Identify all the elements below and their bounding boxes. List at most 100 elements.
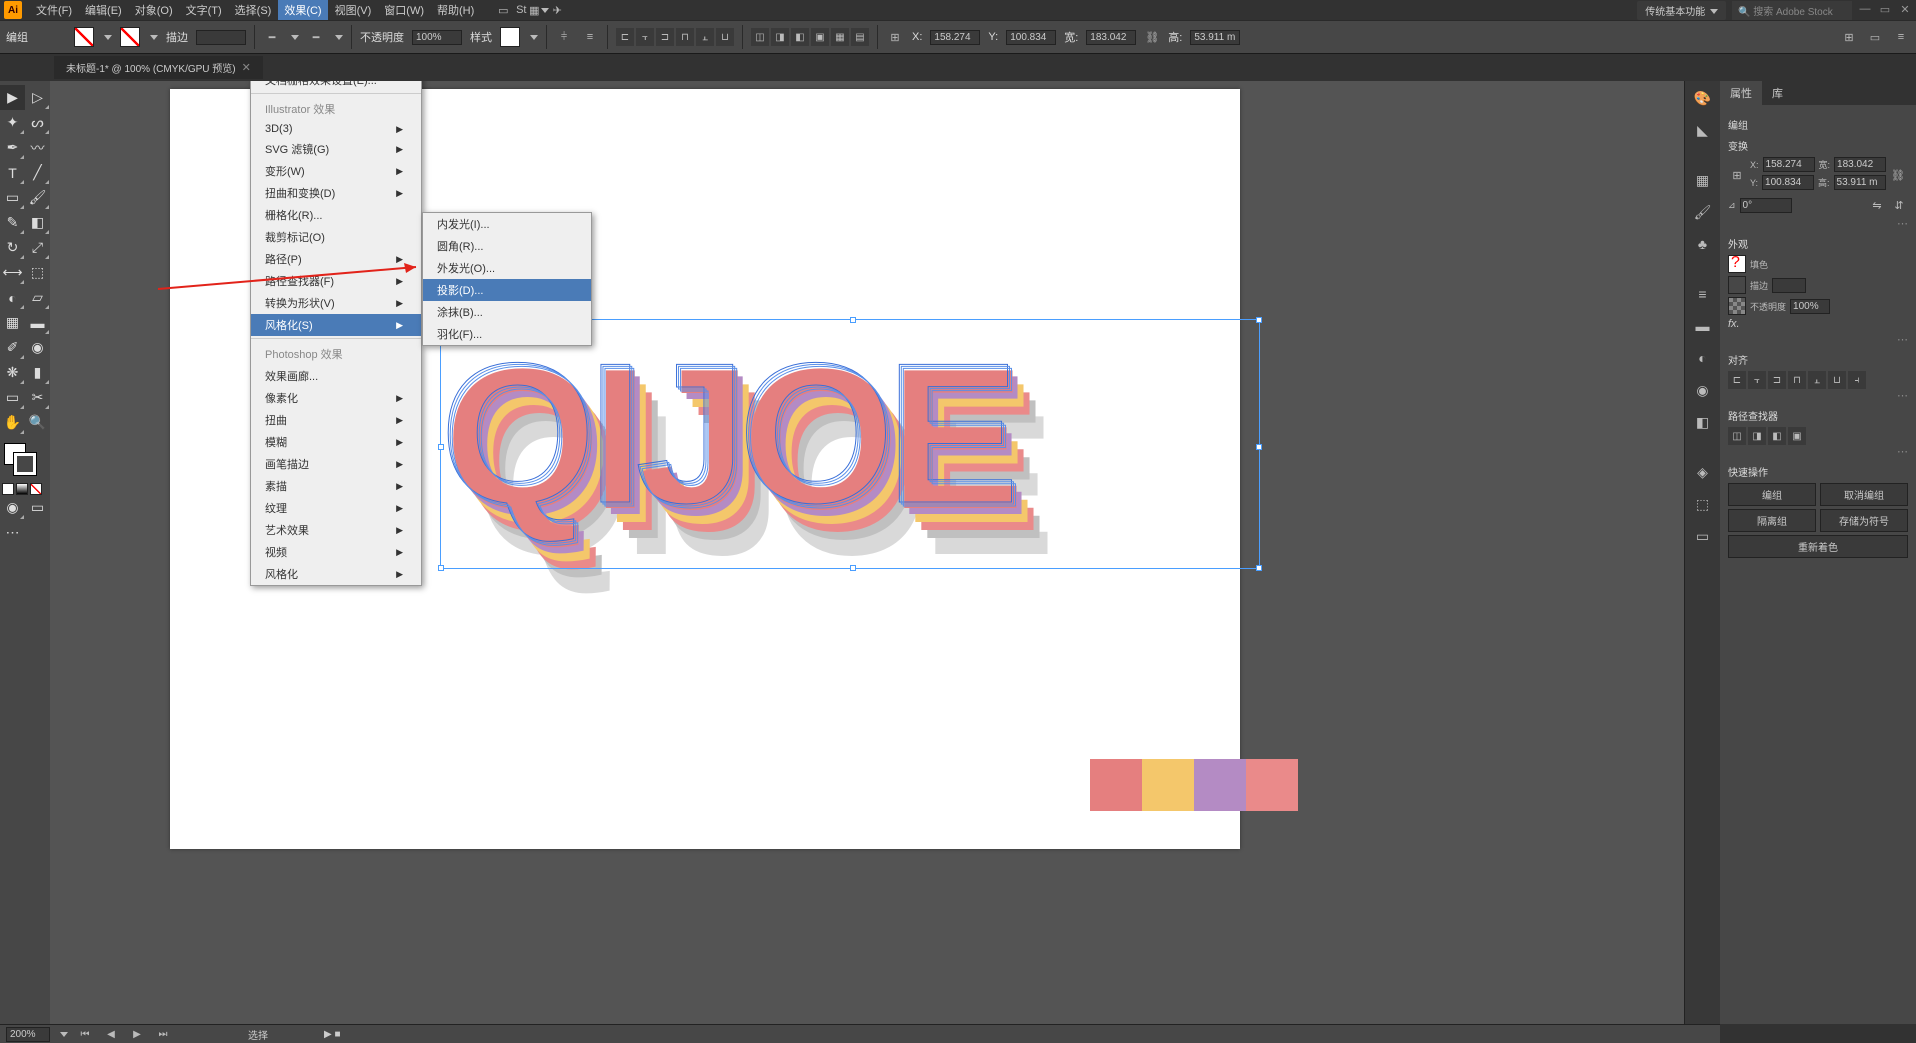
tab-libraries[interactable]: 库 (1762, 81, 1793, 105)
nav-prev-icon[interactable]: ◀ (102, 1025, 120, 1043)
doc-icon[interactable]: ▭ (494, 1, 512, 19)
p-align-top-icon[interactable]: ⊓ (1788, 371, 1806, 389)
p-align-dist-icon[interactable]: ⫞ (1848, 371, 1866, 389)
graphic-styles-panel-icon[interactable]: ◧ (1690, 409, 1716, 435)
align-right-icon[interactable]: ⊐ (656, 28, 674, 46)
y-input[interactable] (1006, 30, 1056, 45)
prop-h-input[interactable] (1834, 175, 1886, 190)
stroke-profile-icon[interactable]: ━ (307, 28, 325, 46)
tab-close-icon[interactable]: ✕ (242, 61, 251, 74)
shape-builder-tool-icon[interactable]: ◐ (0, 285, 25, 310)
menu-pathfinder[interactable]: 路径查找器(F)▶ (251, 270, 421, 292)
pf-unite-icon[interactable]: ◫ (751, 28, 769, 46)
symbols-panel-icon[interactable]: ♣ (1690, 231, 1716, 257)
magic-wand-tool-icon[interactable]: ✦ (0, 110, 25, 135)
none-mode-icon[interactable] (30, 483, 42, 495)
line-tool-icon[interactable]: ╱ (25, 160, 50, 185)
align-hcenter-icon[interactable]: ⫟ (636, 28, 654, 46)
brush-def-icon[interactable]: ━ (263, 28, 281, 46)
menu-raster-settings[interactable]: 文档栅格效果设置(E)... (251, 81, 421, 91)
menu-object[interactable]: 对象(O) (129, 0, 179, 20)
align-left-icon[interactable]: ⊏ (616, 28, 634, 46)
submenu-outer-glow[interactable]: 外发光(O)... (423, 257, 591, 279)
sel-handle-tr[interactable] (1256, 317, 1262, 323)
width-tool-icon[interactable]: ⟷ (0, 260, 25, 285)
link-wh-icon[interactable]: ⛓ (1144, 22, 1160, 52)
p-pf-minus-icon[interactable]: ◨ (1748, 427, 1766, 445)
curvature-tool-icon[interactable]: 〰 (25, 135, 50, 160)
artboard-tool-icon[interactable]: ▭ (0, 385, 25, 410)
menu-stylize-ps[interactable]: 风格化▶ (251, 563, 421, 585)
type-tool-icon[interactable]: T (0, 160, 25, 185)
nav-last-icon[interactable]: ⏭ (154, 1025, 172, 1043)
menu-help[interactable]: 帮助(H) (431, 0, 480, 20)
h-input[interactable] (1190, 30, 1240, 45)
action-ungroup[interactable]: 取消编组 (1820, 483, 1908, 506)
selection-box[interactable] (440, 319, 1260, 569)
menu-convert-shape[interactable]: 转换为形状(V)▶ (251, 292, 421, 314)
menu-view[interactable]: 视图(V) (329, 0, 378, 20)
opacity-input[interactable] (412, 30, 462, 45)
gradient-tool-icon[interactable]: ▬ (25, 310, 50, 335)
sel-handle-br[interactable] (1256, 565, 1262, 571)
slice-tool-icon[interactable]: ✂ (25, 385, 50, 410)
sel-handle-bc[interactable] (850, 565, 856, 571)
action-save-symbol[interactable]: 存储为符号 (1820, 509, 1908, 532)
window-restore-icon[interactable]: ▭ (1878, 3, 1892, 17)
mesh-tool-icon[interactable]: ▦ (0, 310, 25, 335)
edit-toolbar-icon[interactable]: ⋯ (0, 520, 25, 545)
stock-search[interactable]: 🔍 搜索 Adobe Stock (1732, 1, 1852, 20)
window-minimize-icon[interactable]: — (1858, 3, 1872, 17)
action-group[interactable]: 编组 (1728, 483, 1816, 506)
symbol-sprayer-tool-icon[interactable]: ❋ (0, 360, 25, 385)
canvas[interactable]: QIJOE QIJOE QIJOE QIJOE QIJOE QIJOE QIJO… (50, 81, 1684, 1024)
nav-first-icon[interactable]: ⏮ (76, 1025, 94, 1043)
sel-handle-ml[interactable] (438, 444, 444, 450)
brushes-panel-icon[interactable]: 🖌 (1690, 199, 1716, 225)
menu-svg-filters[interactable]: SVG 滤镜(G)▶ (251, 138, 421, 160)
action-recolor[interactable]: 重新着色 (1728, 535, 1908, 558)
stroke-color-box[interactable] (1728, 276, 1746, 294)
flip-h-icon[interactable]: ⇋ (1868, 196, 1886, 214)
menu-edit[interactable]: 编辑(E) (79, 0, 128, 20)
draw-mode-icon[interactable]: ◉ (0, 495, 25, 520)
menu-brush-strokes[interactable]: 画笔描边▶ (251, 453, 421, 475)
transparency-panel-icon[interactable]: ◐ (1690, 345, 1716, 371)
isolate-icon[interactable]: ▭ (1866, 28, 1884, 46)
fill-swatch[interactable] (74, 27, 94, 47)
submenu-scribble[interactable]: 涂抹(B)... (423, 301, 591, 323)
arrange-icon[interactable]: ▦ (530, 1, 548, 19)
color-picker[interactable] (0, 441, 48, 481)
selection-tool-icon[interactable]: ▶ (0, 85, 25, 110)
lasso-tool-icon[interactable]: ᔕ (25, 110, 50, 135)
bridge-icon[interactable]: St (512, 1, 530, 19)
free-transform-tool-icon[interactable]: ⬚ (25, 260, 50, 285)
eyedropper-tool-icon[interactable]: ✐ (0, 335, 25, 360)
stroke-weight-input[interactable] (196, 30, 246, 45)
stroke-weight-prop[interactable] (1772, 278, 1806, 293)
prop-link-wh-icon[interactable]: ⛓ (1890, 160, 1906, 190)
fx-label[interactable]: fx. (1728, 318, 1740, 330)
column-graph-tool-icon[interactable]: ▮ (25, 360, 50, 385)
p-align-right-icon[interactable]: ⊐ (1768, 371, 1786, 389)
menu-rasterize[interactable]: 栅格化(R)... (251, 204, 421, 226)
action-isolate[interactable]: 隔离组 (1728, 509, 1816, 532)
layers-panel-icon[interactable]: ◈ (1690, 459, 1716, 485)
stroke-swatch[interactable] (120, 27, 140, 47)
menu-distort-ps[interactable]: 扭曲▶ (251, 409, 421, 431)
blend-tool-icon[interactable]: ◉ (25, 335, 50, 360)
align-vcenter-icon[interactable]: ⫠ (696, 28, 714, 46)
style-swatch[interactable] (500, 27, 520, 47)
color-guide-panel-icon[interactable]: ◣ (1690, 117, 1716, 143)
w-input[interactable] (1086, 30, 1136, 45)
paintbrush-tool-icon[interactable]: 🖌 (25, 185, 50, 210)
rotate-tool-icon[interactable]: ↻ (0, 235, 25, 260)
menu-type[interactable]: 文字(T) (180, 0, 228, 20)
sel-handle-mr[interactable] (1256, 444, 1262, 450)
artboards-panel-icon[interactable]: ▭ (1690, 523, 1716, 549)
scale-tool-icon[interactable]: ⤢ (25, 235, 50, 260)
document-tab[interactable]: 未标题-1* @ 100% (CMYK/GPU 预览) ✕ (54, 56, 263, 79)
menu-effect-gallery[interactable]: 效果画廊... (251, 365, 421, 387)
menu-artistic[interactable]: 艺术效果▶ (251, 519, 421, 541)
menu-file[interactable]: 文件(F) (30, 0, 78, 20)
